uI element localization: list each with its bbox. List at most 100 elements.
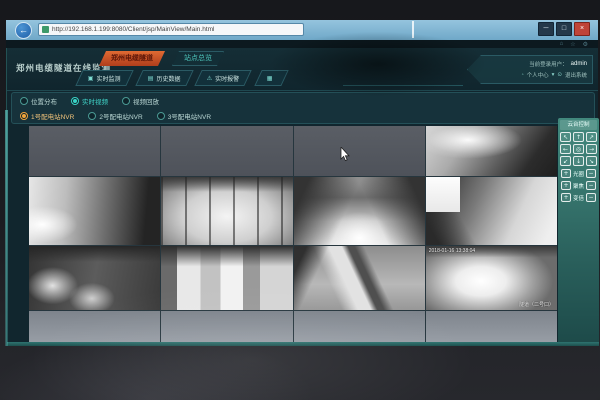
camera-cell-r4c2[interactable] — [161, 311, 292, 342]
ptz-control-panel: 云台控制 ↖↑↗←◎→↙↓↘ +光圈−+聚焦−+变倍− — [558, 118, 599, 345]
camera-cell-r2c1[interactable] — [29, 177, 160, 245]
focus-minus-button[interactable]: − — [586, 181, 596, 190]
radio-circle-icon — [20, 97, 28, 105]
url-field[interactable]: http://192.168.1.199:8080/Client/jsp/Mai… — [38, 23, 304, 36]
maximize-button[interactable]: □ — [556, 22, 572, 36]
minimize-button[interactable]: ─ — [538, 22, 554, 36]
view-mode-radio-3[interactable]: 视频回放 — [122, 96, 159, 106]
pan-up-button[interactable]: ↑ — [573, 132, 584, 142]
nvr-radio-2[interactable]: 2号配电站NVR — [88, 111, 142, 121]
pan-up-left-button[interactable]: ↖ — [560, 132, 571, 142]
camera-cell-r1c1[interactable] — [29, 126, 160, 176]
zoom-plus-button[interactable]: + — [561, 193, 571, 202]
favorites-icon[interactable]: ☆ — [570, 41, 575, 48]
camera-cell-r3c4[interactable]: 2018-01-16 13:38:04 隧道（二号口） — [426, 246, 557, 310]
header-decoration-line — [343, 85, 463, 86]
window-controls: ─□× — [538, 22, 590, 36]
nav-item-label: 历史数据 — [156, 74, 180, 83]
app-header: 郑州电缆隧道在线监测 郑州电缆隧道站点总览 ▣实时监测▤历史数据⚠实时报警▦ 当… — [7, 48, 598, 91]
tab-divider — [412, 21, 414, 38]
home-icon[interactable]: ⌂ — [560, 41, 564, 48]
browser-toolbar-icons: ⌂ ☆ ⚙ — [560, 41, 588, 48]
radio-label: 2号配电站NVR — [99, 111, 142, 121]
radio-label: 视频回放 — [133, 96, 159, 106]
camera-cell-r1c4[interactable] — [426, 126, 557, 176]
zoom-control-row: +变倍− — [558, 193, 599, 202]
view-mode-radio-1[interactable]: 位置分布 — [20, 96, 57, 106]
nvr-radio-1[interactable]: 1号配电站NVR — [20, 111, 74, 121]
camera-cell-r3c1[interactable] — [29, 246, 160, 310]
tab-2[interactable]: 站点总览 — [172, 51, 224, 66]
camera-cell-r4c1[interactable] — [29, 311, 160, 342]
focus-plus-button[interactable]: + — [561, 181, 571, 190]
nav-item-1[interactable]: ▣实时监测 — [75, 70, 133, 86]
camera-cell-r3c3[interactable] — [294, 246, 425, 310]
camera-cell-r3c2[interactable] — [161, 246, 292, 310]
osd-camera-name: 隧道（二号口） — [519, 301, 554, 308]
tab-1[interactable]: 郑州电缆隧道 — [99, 51, 165, 66]
url-text: http://192.168.1.199:8080/Client/jsp/Mai… — [52, 26, 214, 33]
profile-center-link[interactable]: 个人中心 — [527, 71, 549, 79]
focus-control-row: +聚焦− — [558, 181, 599, 190]
radio-circle-icon — [157, 112, 165, 120]
pan-right-button[interactable]: → — [586, 144, 597, 154]
browser-back-button[interactable]: ← — [15, 22, 32, 39]
radio-label: 实时视频 — [82, 96, 108, 106]
nav-item-label: 实时报警 — [216, 74, 240, 83]
iris-minus-button[interactable]: − — [586, 169, 596, 178]
nav-item-3[interactable]: ⚠ 实时报警 — [195, 70, 253, 86]
sub-navigation: ▣实时监测▤历史数据⚠实时报警▦ — [79, 70, 284, 86]
pan-left-button[interactable]: ← — [560, 144, 571, 154]
monitor-photo: ← http://192.168.1.199:8080/Client/jsp/M… — [0, 0, 600, 400]
caret-down-icon: ▾ — [552, 72, 555, 78]
radio-label: 3号配电站NVR — [168, 111, 211, 121]
radio-circle-icon — [88, 112, 96, 120]
person-icon: ◦ — [522, 72, 524, 78]
camera-cell-r1c2[interactable] — [161, 126, 292, 176]
osd-timestamp: 2018-01-16 13:38:04 — [429, 248, 475, 254]
camera-cell-r4c3[interactable] — [294, 311, 425, 342]
pan-down-right-button[interactable]: ↘ — [586, 156, 597, 166]
monitor-icon: ▣ — [88, 75, 94, 82]
radio-circle-icon — [71, 97, 79, 105]
ptz-panel-title: 云台控制 — [560, 120, 597, 130]
pan-down-left-button[interactable]: ↙ — [560, 156, 571, 166]
app-viewport: 郑州电缆隧道在线监测 郑州电缆隧道站点总览 ▣实时监测▤历史数据⚠实时报警▦ 当… — [6, 48, 598, 346]
nav-item-2[interactable]: ▤历史数据 — [135, 70, 193, 86]
browser-address-bar: ← http://192.168.1.199:8080/Client/jsp/M… — [6, 20, 598, 40]
pan-down-button[interactable]: ↓ — [573, 156, 584, 166]
history-icon: ▤ — [148, 75, 154, 82]
alarm-icon: ⚠ — [207, 75, 212, 82]
nvr-radios: 1号配电站NVR 2号配电站NVR 3号配电站NVR — [20, 109, 211, 123]
login-user-label: 当前登录用户： — [529, 60, 568, 68]
pan-center-button[interactable]: ◎ — [573, 144, 584, 154]
camera-cell-r2c4[interactable] — [426, 177, 557, 245]
radio-circle-icon — [20, 112, 28, 120]
username: admin — [571, 61, 587, 67]
ptz-lens-controls: +光圈−+聚焦−+变倍− — [558, 169, 599, 202]
logout-link[interactable]: 退出系统 — [565, 71, 587, 79]
ptz-arrow-pad: ↖↑↗ ←◎→ ↙↓↘ — [558, 132, 599, 166]
device-icon: ▦ — [267, 75, 273, 82]
filter-panel: 位置分布 实时视频 视频回放 1号配电站NVR 2号配电站NVR 3号配电站NVR — [11, 92, 595, 124]
iris-control-row: +光圈− — [558, 169, 599, 178]
nav-item-4[interactable]: ▦ — [254, 70, 288, 86]
settings-icon[interactable]: ⚙ — [583, 41, 588, 48]
view-mode-radios: 位置分布 实时视频 视频回放 — [20, 94, 159, 108]
iris-plus-button[interactable]: + — [561, 169, 571, 178]
zoom-label: 变倍 — [573, 194, 584, 202]
camera-cell-r2c2[interactable] — [161, 177, 292, 245]
radio-circle-icon — [122, 97, 130, 105]
camera-cell-r1c3[interactable] — [294, 126, 425, 176]
browser-window: ← http://192.168.1.199:8080/Client/jsp/M… — [6, 20, 598, 346]
camera-cell-r4c4[interactable] — [426, 311, 557, 342]
radio-label: 位置分布 — [31, 96, 57, 106]
pan-up-right-button[interactable]: ↗ — [586, 132, 597, 142]
zoom-minus-button[interactable]: − — [586, 193, 596, 202]
power-icon: ⊙ — [557, 72, 562, 78]
camera-cell-r2c3[interactable] — [294, 177, 425, 245]
nvr-radio-3[interactable]: 3号配电站NVR — [157, 111, 211, 121]
iris-label: 光圈 — [573, 170, 584, 178]
close-button[interactable]: × — [574, 22, 590, 36]
view-mode-radio-2[interactable]: 实时视频 — [71, 96, 108, 106]
